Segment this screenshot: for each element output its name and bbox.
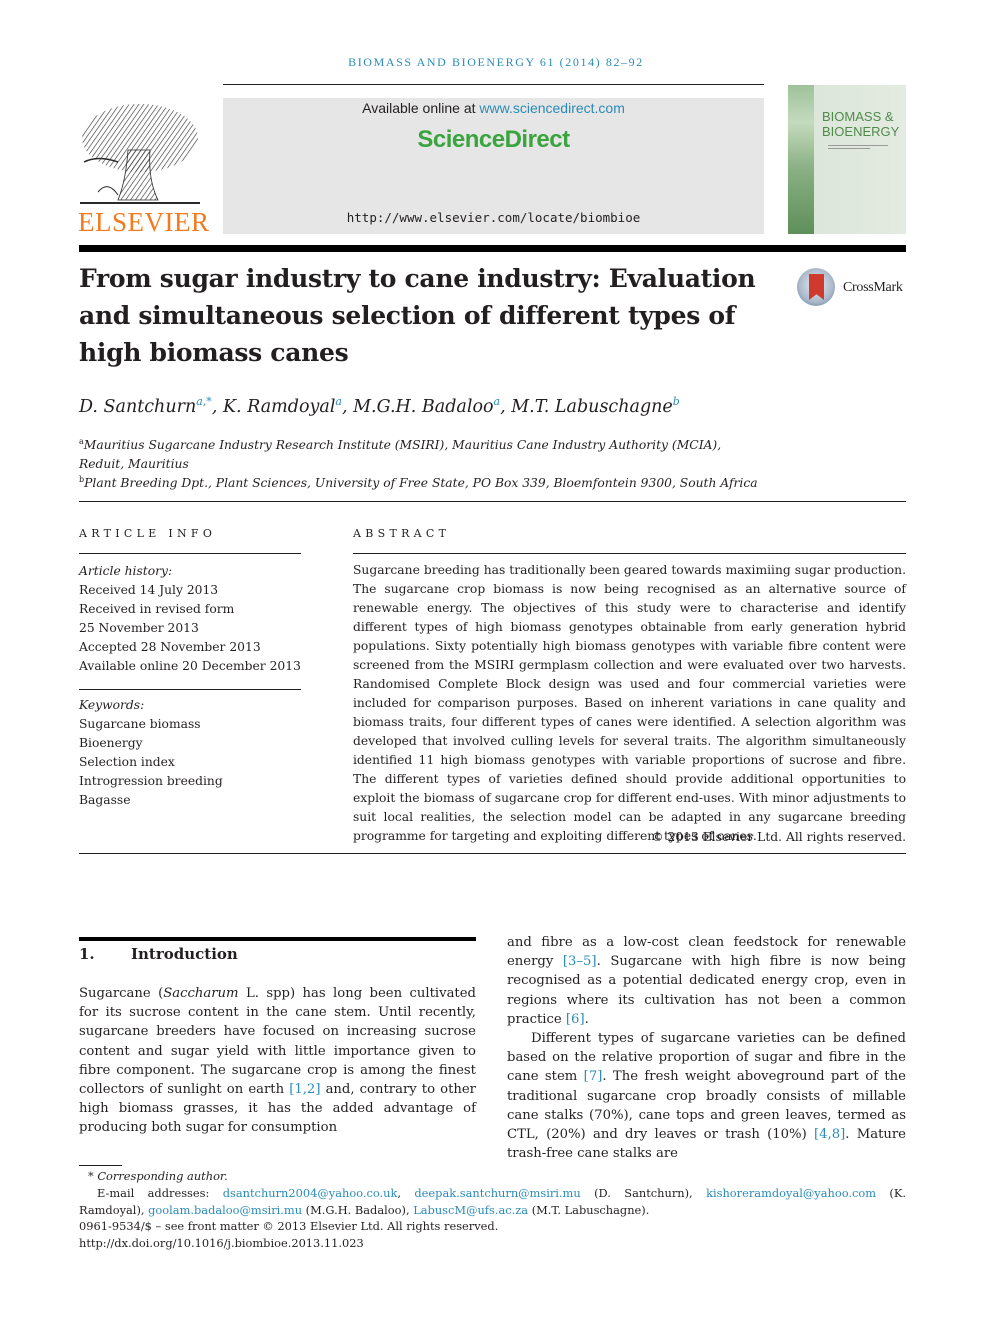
divider [79,853,906,854]
body-column-left: Sugarcane (Saccharum L. spp) has long be… [79,984,476,1138]
email-link[interactable]: kishoreramdoyal@yahoo.com [706,1186,876,1200]
citation-link[interactable]: [3–5] [563,954,597,969]
history-item: 25 November 2013 [79,621,199,635]
author-name[interactable]: M.G.H. Badaloo [353,397,493,417]
elsevier-wordmark: ELSEVIER [78,207,210,237]
article-history: Article history: Received 14 July 2013 R… [79,562,301,676]
doi-link[interactable]: http://dx.doi.org/10.1016/j.biombioe.201… [79,1235,906,1252]
keyword-item: Introgression breeding [79,774,223,788]
corresponding-author-note: * Corresponding author. [88,1169,228,1183]
section-title: Introduction [131,945,238,963]
divider [353,553,906,554]
keywords-label: Keywords: [79,698,145,712]
elsevier-tree-icon [80,104,200,204]
paragraph: and fibre as a low-cost clean feedstock … [507,935,906,1027]
email-link[interactable]: LabuscM@ufs.ac.za [413,1203,528,1217]
keywords: Keywords: Sugarcane biomass Bioenergy Se… [79,696,301,810]
crossmark-button[interactable]: CrossMark [797,268,909,310]
cover-image [788,85,814,234]
sciencedirect-logo: ScienceDirect [417,126,570,153]
history-label: Article history: [79,564,173,578]
citation-link[interactable]: [6] [566,1012,585,1027]
paragraph: Sugarcane (Saccharum L. spp) has long be… [79,986,476,1136]
sciencedirect-link[interactable]: www.sciencedirect.com [479,100,625,116]
body-column-right: and fibre as a low-cost clean feedstock … [507,933,906,1163]
journal-citation: BIOMASS AND BIOENERGY 61 (2014) 82–92 [348,55,644,69]
email-link[interactable]: dsantchurn2004@yahoo.co.uk [223,1186,398,1200]
article-info-heading: ARTICLE INFO [79,527,217,540]
header-rule [223,84,764,85]
keyword-item: Sugarcane biomass [79,717,201,731]
header-thick-rule [79,245,906,252]
author-name[interactable]: K. Ramdoyal [223,397,335,417]
email-addresses: E-mail addresses: dsantchurn2004@yahoo.c… [79,1186,906,1217]
author-name[interactable]: M.T. Labuschagne [511,397,673,417]
keyword-item: Bagasse [79,793,131,807]
journal-cover[interactable]: BIOMASS & BIOENERGY [788,85,906,234]
cover-subtitle [828,143,888,151]
affiliation-b: bPlant Breeding Dpt., Plant Sciences, Un… [79,475,758,491]
sciencedirect-banner: Available online at www.sciencedirect.co… [223,98,764,234]
divider [79,501,906,502]
history-item: Available online 20 December 2013 [79,659,301,673]
crossmark-icon [797,268,835,306]
citation-link[interactable]: [4,8] [814,1127,845,1142]
citation-link[interactable]: [1,2] [289,1082,320,1097]
author-name[interactable]: D. Santchurn [79,397,196,417]
available-online: Available online at www.sciencedirect.co… [362,100,625,116]
journal-url[interactable]: http://www.elsevier.com/locate/biombioe [223,210,764,225]
paragraph: Different types of sugarcane varieties c… [507,1031,906,1162]
elsevier-logo: ELSEVIER [78,100,210,237]
citation-link[interactable]: [7] [584,1069,603,1084]
cover-title: BIOMASS & BIOENERGY [822,109,900,139]
abstract-heading: ABSTRACT [353,527,451,540]
abstract-copyright: © 2013 Elsevier Ltd. All rights reserved… [651,830,906,844]
footnote-rule [79,1165,122,1166]
author-list: D. Santchurna,*, K. Ramdoyala, M.G.H. Ba… [79,395,680,417]
section-rule [79,937,476,941]
history-item: Received in revised form [79,602,235,616]
history-item: Accepted 28 November 2013 [79,640,261,654]
email-link[interactable]: goolam.badaloo@msiri.mu [148,1203,302,1217]
issn-line: 0961-9534/$ – see front matter © 2013 El… [79,1219,499,1233]
author-affil-sup[interactable]: b [673,395,680,408]
history-item: Received 14 July 2013 [79,583,219,597]
section-heading: 1. Introduction [79,945,238,963]
author-affil-sup[interactable]: a,* [196,395,212,408]
keyword-item: Bioenergy [79,736,143,750]
crossmark-label: CrossMark [843,280,903,295]
affiliation-a: aMauritius Sugarcane Industry Research I… [79,437,722,472]
divider [79,689,301,690]
divider [79,553,301,554]
email-link[interactable]: deepak.santchurn@msiri.mu [414,1186,580,1200]
section-number: 1. [79,945,95,963]
article-title: From sugar industry to cane industry: Ev… [79,264,756,367]
author-affil-sup[interactable]: a [335,395,342,408]
author-affil-sup[interactable]: a [494,395,501,408]
abstract-text: Sugarcane breeding has traditionally bee… [353,563,906,843]
keyword-item: Selection index [79,755,175,769]
